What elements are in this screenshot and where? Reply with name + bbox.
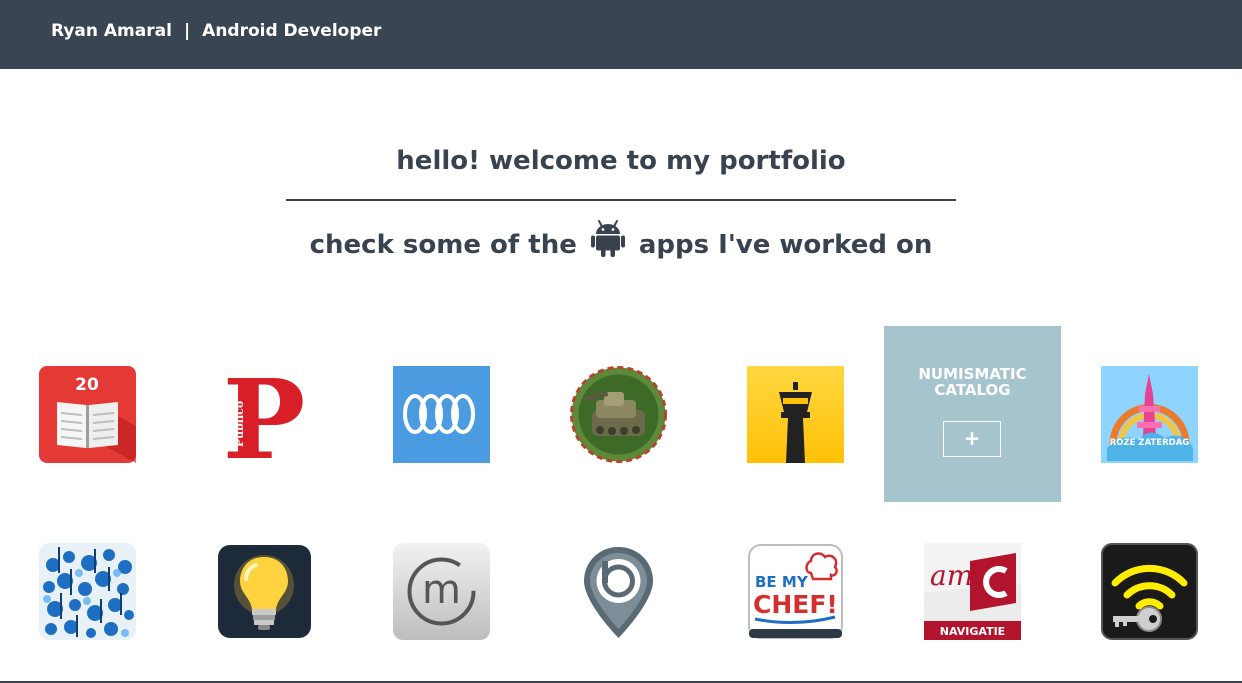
map-pin-icon <box>584 547 653 638</box>
app-roze-zaterdag[interactable]: ROZE ZATERDAG <box>1101 366 1198 463</box>
m-letter: m <box>422 567 461 613</box>
brand-separator: | <box>183 21 191 41</box>
amc-mark: am <box>930 559 973 592</box>
publico-icon: P Público <box>216 366 313 463</box>
spring-coil-icon <box>393 366 490 463</box>
control-tower-icon <box>747 366 844 463</box>
brand-name: Ryan Amaral <box>51 21 172 41</box>
welcome-heading: hello! welcome to my portfolio <box>396 146 846 176</box>
app-music-notes[interactable] <box>39 543 136 640</box>
music-notes-icon <box>39 543 136 640</box>
publico-brand-text: Público <box>233 401 246 447</box>
amc-caption: NAVIGATIE <box>940 625 1005 638</box>
android-icon <box>590 218 625 265</box>
be-my-chef-icon: BE MY CHEF! <box>748 544 843 639</box>
wifi-key-icon <box>1101 543 1198 640</box>
amc-navigatie-icon: am NAVIGATIE <box>924 543 1021 640</box>
roze-caption: ROZE ZATERDAG <box>1110 438 1190 448</box>
heading-divider <box>286 199 956 201</box>
apps-subheading: check some of the apps I've worked on <box>0 220 1242 269</box>
app-control-tower[interactable] <box>747 366 844 463</box>
app-numismatic-catalog[interactable]: NUMISMATIC CATALOG + <box>884 326 1061 502</box>
chef-line2: CHEF! <box>753 590 838 619</box>
book-20-icon: 20 <box>39 366 136 463</box>
roze-zaterdag-icon: ROZE ZATERDAG <box>1101 366 1198 463</box>
brand-role: Android Developer <box>202 21 382 41</box>
app-spring[interactable] <box>393 366 490 463</box>
app-book-20[interactable]: 20 <box>39 366 136 463</box>
app-m-circle[interactable]: m <box>393 543 490 640</box>
app-amc-navigatie[interactable]: am NAVIGATIE <box>924 543 1021 640</box>
numismatic-open-button[interactable]: + <box>943 421 1001 457</box>
chef-line1: BE MY <box>755 573 809 591</box>
app-publico[interactable]: P Público <box>216 366 313 463</box>
app-lightbulb[interactable] <box>216 543 313 640</box>
tank-icon <box>570 366 667 463</box>
brand-title[interactable]: Ryan Amaral | Android Developer <box>51 21 381 41</box>
app-tank[interactable] <box>570 366 667 463</box>
lightbulb-icon <box>218 545 311 638</box>
subheading-text-after: apps I've worked on <box>638 230 933 260</box>
app-be-my-chef[interactable]: BE MY CHEF! <box>747 543 844 640</box>
m-circle-icon: m <box>393 543 490 640</box>
app-wifi-key[interactable] <box>1101 543 1198 640</box>
book-badge-text: 20 <box>75 375 99 395</box>
numismatic-catalog-title: NUMISMATIC CATALOG <box>918 365 1027 399</box>
subheading-text-before: check some of the <box>309 230 577 260</box>
top-navbar: Ryan Amaral | Android Developer <box>0 0 1242 69</box>
app-map-pin[interactable] <box>570 543 667 640</box>
